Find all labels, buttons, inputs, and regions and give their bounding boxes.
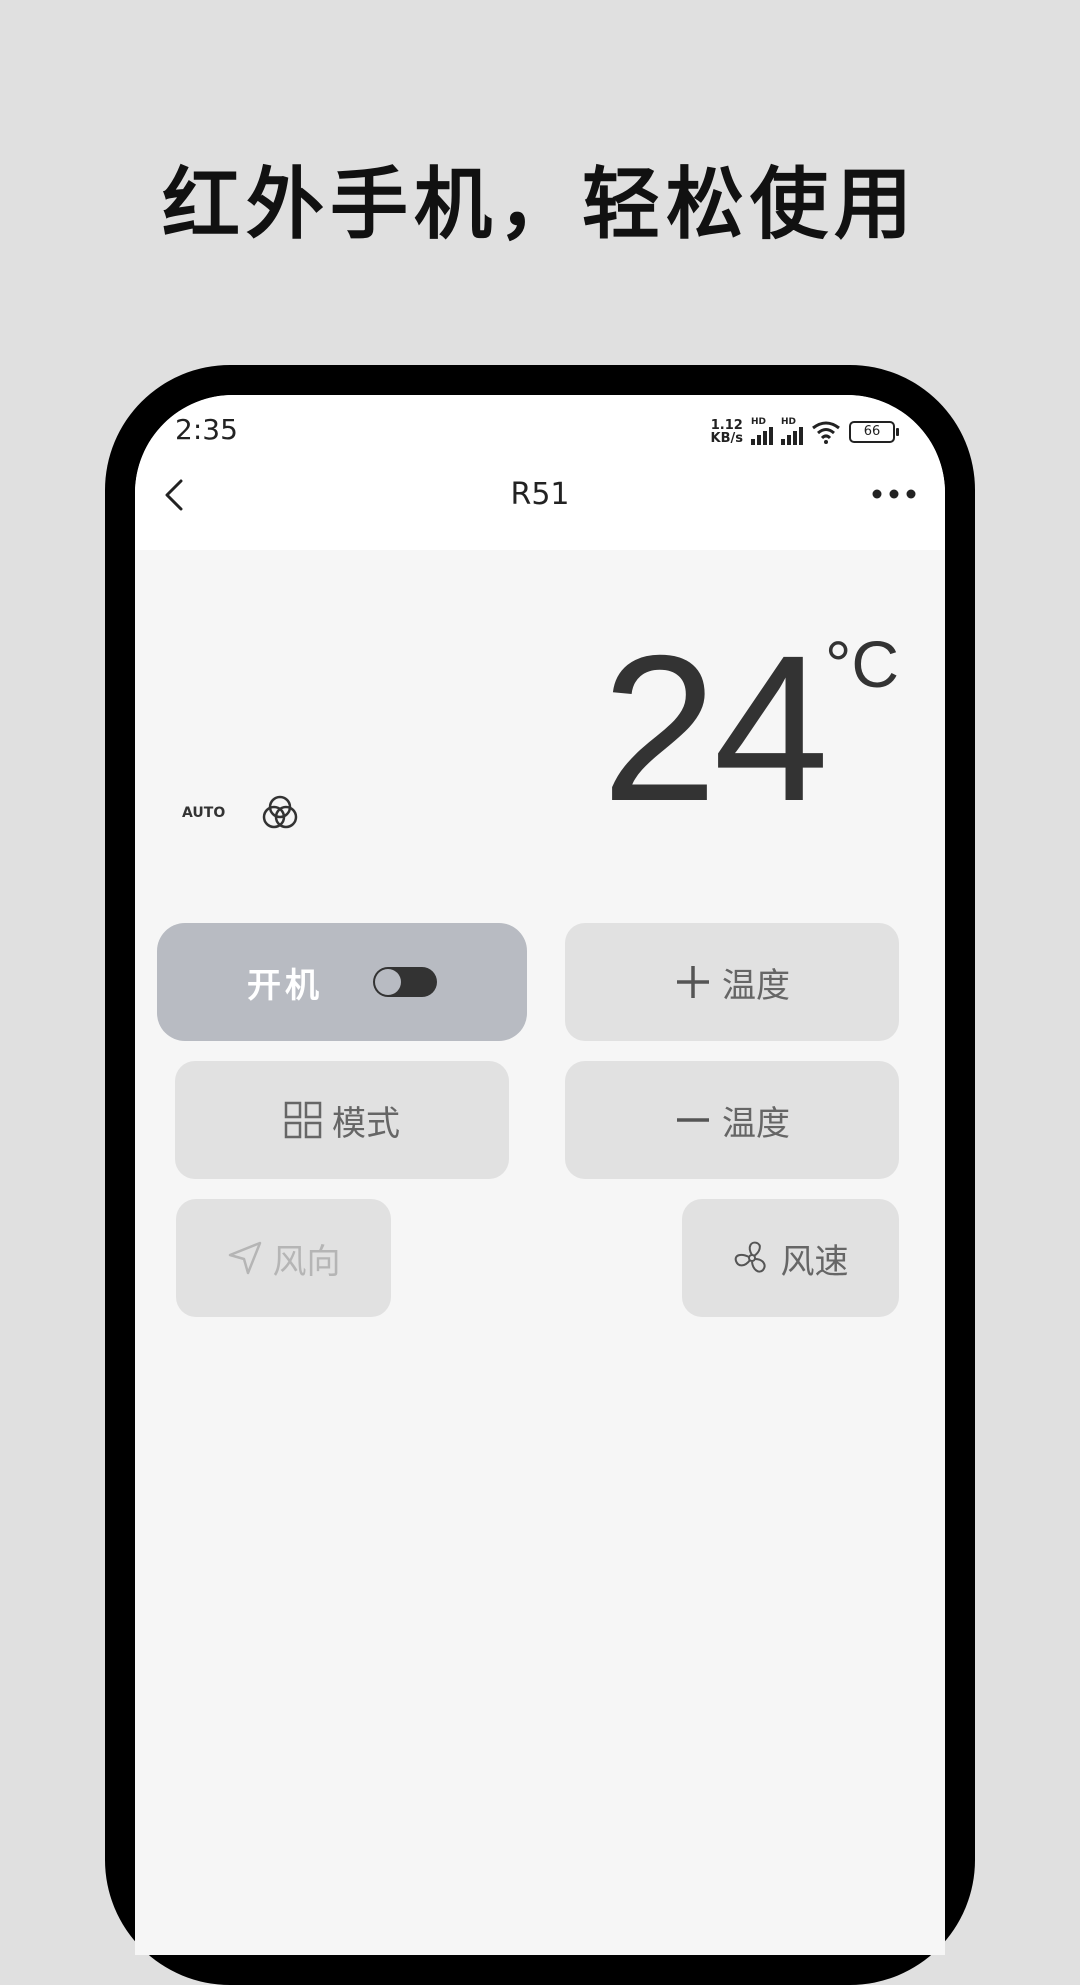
- swing-button[interactable]: 风向: [176, 1199, 391, 1317]
- top-bar: 2:35 1.12 KB/s HD HD 66 R51: [135, 395, 945, 550]
- network-speed: 1.12 KB/s: [711, 419, 743, 445]
- power-toggle-knob: [375, 969, 401, 995]
- phone-screen: 2:35 1.12 KB/s HD HD 66 R51 24 °C AUTO 开…: [135, 395, 945, 1955]
- mode-button[interactable]: 模式: [175, 1061, 509, 1179]
- navigation-arrow-icon: [228, 1241, 261, 1275]
- power-button[interactable]: 开机: [157, 923, 527, 1041]
- fan-speed-button[interactable]: 风速: [682, 1199, 899, 1317]
- power-toggle[interactable]: [373, 967, 437, 997]
- temp-down-label: 温度: [722, 1103, 790, 1144]
- fan-speed-label: 风速: [780, 1241, 849, 1282]
- temp-up-button[interactable]: 温度: [565, 923, 899, 1041]
- plus-icon: [677, 966, 709, 998]
- swing-label: 风向: [272, 1241, 341, 1282]
- signal-sim1-icon: HD: [751, 417, 773, 445]
- grid-icon: [284, 1101, 322, 1139]
- fan-icon: [734, 1241, 766, 1273]
- minus-icon: [677, 1118, 709, 1122]
- page-title: R51: [510, 477, 570, 512]
- temperature-unit: °C: [825, 627, 900, 701]
- status-time: 2:35: [175, 413, 238, 446]
- power-button-label: 开机: [247, 965, 323, 1006]
- promo-headline: 红外手机，轻松使用: [161, 160, 918, 250]
- network-speed-unit: KB/s: [710, 431, 743, 446]
- more-icon[interactable]: [871, 481, 917, 507]
- temp-down-button[interactable]: 温度: [565, 1061, 899, 1179]
- mode-indicator-label: AUTO: [182, 805, 226, 821]
- sim1-hd-label: HD: [751, 417, 767, 427]
- battery-icon: 66: [849, 421, 899, 443]
- swirl-icon: [262, 795, 298, 829]
- temperature-value: 24: [601, 613, 829, 845]
- sim2-hd-label: HD: [781, 417, 797, 427]
- wifi-icon: [812, 421, 840, 444]
- signal-sim2-icon: HD: [781, 417, 803, 445]
- temp-up-label: 温度: [722, 965, 790, 1006]
- mode-label: 模式: [332, 1103, 400, 1144]
- status-icons: 1.12 KB/s HD HD 66: [711, 415, 899, 449]
